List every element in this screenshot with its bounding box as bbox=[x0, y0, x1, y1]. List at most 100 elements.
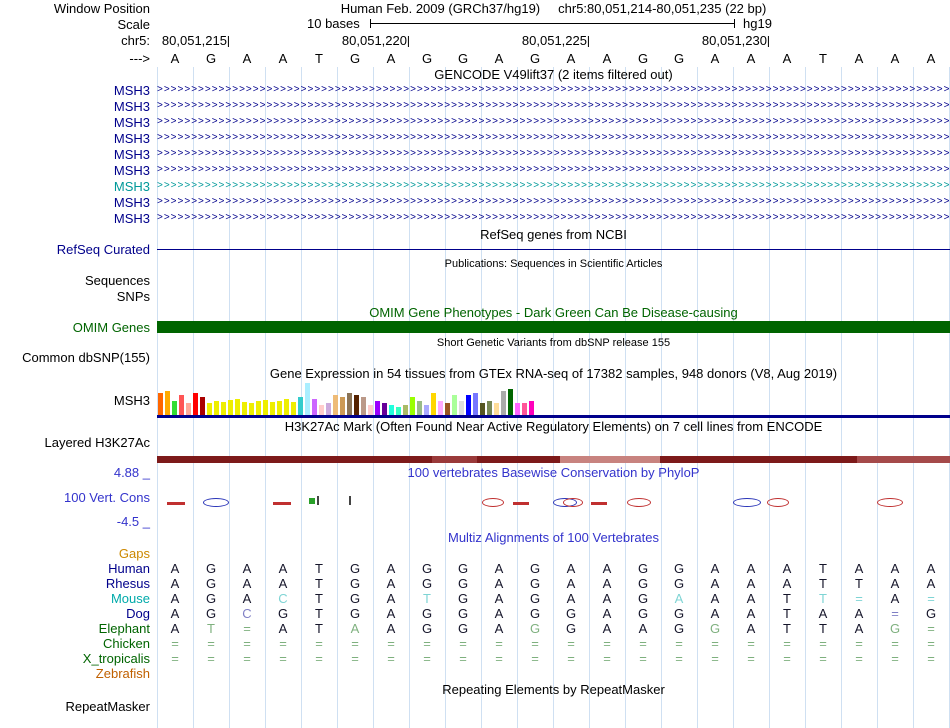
refseq-curated-label[interactable]: RefSeq Curated bbox=[0, 242, 157, 257]
omim-gene-bar[interactable] bbox=[157, 321, 950, 333]
alignment-row-elephant[interactable]: Elephant A T = A T A A G G A G G A A G G A T T A G = bbox=[0, 621, 950, 636]
gtex-bar[interactable] bbox=[186, 403, 191, 415]
gencode-transcript[interactable]: >>>>>>>>>>>>>>>>>>>>>>>>>>>>>>>>>>>>>>>>… bbox=[157, 210, 950, 226]
species-label[interactable]: Elephant bbox=[0, 621, 157, 636]
gtex-bar[interactable] bbox=[375, 401, 380, 415]
gtex-bar[interactable] bbox=[508, 389, 513, 415]
repeatmasker-label[interactable]: RepeatMasker bbox=[0, 699, 157, 714]
gencode-transcript-label[interactable]: MSH3 bbox=[0, 131, 157, 146]
gtex-bar[interactable] bbox=[305, 383, 310, 415]
gtex-track[interactable] bbox=[157, 382, 950, 418]
gtex-bar[interactable] bbox=[263, 400, 268, 415]
gtex-bar[interactable] bbox=[270, 402, 275, 415]
gtex-bar[interactable] bbox=[298, 397, 303, 415]
gencode-transcript-label[interactable]: MSH3 bbox=[0, 115, 157, 130]
gtex-bar[interactable] bbox=[354, 395, 359, 415]
gencode-transcript-label[interactable]: MSH3 bbox=[0, 163, 157, 178]
gencode-transcript-label[interactable]: MSH3 bbox=[0, 83, 157, 98]
gtex-bar[interactable] bbox=[193, 393, 198, 415]
gencode-transcript[interactable]: >>>>>>>>>>>>>>>>>>>>>>>>>>>>>>>>>>>>>>>>… bbox=[157, 162, 950, 178]
gencode-transcript[interactable]: >>>>>>>>>>>>>>>>>>>>>>>>>>>>>>>>>>>>>>>>… bbox=[157, 114, 950, 130]
gtex-bar[interactable] bbox=[361, 397, 366, 415]
gtex-bar[interactable] bbox=[487, 401, 492, 415]
dbsnp-track[interactable] bbox=[157, 350, 950, 365]
gtex-bar[interactable] bbox=[501, 391, 506, 415]
gtex-bar[interactable] bbox=[326, 403, 331, 415]
alignment-row-chicken[interactable]: Chicken = = = = = = = = = = = = = = = = = = = = = = bbox=[0, 636, 950, 651]
gencode-transcript-label[interactable]: MSH3 bbox=[0, 211, 157, 226]
gtex-bar[interactable] bbox=[389, 405, 394, 415]
gtex-bar[interactable] bbox=[165, 391, 170, 415]
gtex-bar[interactable] bbox=[214, 401, 219, 415]
gencode-transcript[interactable]: >>>>>>>>>>>>>>>>>>>>>>>>>>>>>>>>>>>>>>>>… bbox=[157, 178, 950, 194]
alignment-row-mouse[interactable]: Mouse A G A C T G A T G A G A A G A A A T T = A = bbox=[0, 591, 950, 606]
species-label[interactable]: Rhesus bbox=[0, 576, 157, 591]
gtex-bar[interactable] bbox=[242, 402, 247, 415]
gencode-transcript-label[interactable]: MSH3 bbox=[0, 179, 157, 194]
omim-genes-track[interactable] bbox=[157, 320, 950, 335]
conservation-label[interactable]: 100 Vert. Cons bbox=[0, 490, 157, 505]
gtex-bar[interactable] bbox=[340, 397, 345, 415]
gtex-bar[interactable] bbox=[452, 395, 457, 415]
refseq-curated-track[interactable] bbox=[157, 242, 950, 256]
gencode-transcript[interactable]: >>>>>>>>>>>>>>>>>>>>>>>>>>>>>>>>>>>>>>>>… bbox=[157, 194, 950, 210]
species-label[interactable]: X_tropicalis bbox=[0, 651, 157, 666]
gtex-bar[interactable] bbox=[529, 401, 534, 415]
gtex-bar[interactable] bbox=[445, 403, 450, 415]
gtex-bar[interactable] bbox=[312, 399, 317, 415]
gtex-bar[interactable] bbox=[347, 393, 352, 415]
snps-track[interactable] bbox=[157, 288, 950, 304]
alignment-row-gaps[interactable]: Gaps bbox=[0, 546, 950, 561]
alignment-row-rhesus[interactable]: Rhesus A G A A T G A G G A G A A G G A A A T T A A bbox=[0, 576, 950, 591]
gtex-bar[interactable] bbox=[333, 395, 338, 415]
gtex-bar[interactable] bbox=[207, 403, 212, 415]
gtex-bar[interactable] bbox=[284, 399, 289, 415]
gtex-bar[interactable] bbox=[403, 405, 408, 415]
gencode-transcript[interactable]: >>>>>>>>>>>>>>>>>>>>>>>>>>>>>>>>>>>>>>>>… bbox=[157, 98, 950, 114]
gtex-bar[interactable] bbox=[256, 401, 261, 415]
gencode-transcript[interactable]: >>>>>>>>>>>>>>>>>>>>>>>>>>>>>>>>>>>>>>>>… bbox=[157, 82, 950, 98]
sequences-track[interactable] bbox=[157, 272, 950, 288]
h3k27ac-track[interactable] bbox=[157, 434, 950, 464]
sequences-label[interactable]: Sequences bbox=[0, 273, 157, 288]
species-label[interactable]: Mouse bbox=[0, 591, 157, 606]
gtex-bar[interactable] bbox=[158, 393, 163, 415]
alignment-row-zebrafish[interactable]: Zebrafish bbox=[0, 666, 950, 681]
gtex-bar[interactable] bbox=[179, 395, 184, 415]
omim-genes-label[interactable]: OMIM Genes bbox=[0, 320, 157, 335]
species-label[interactable]: Dog bbox=[0, 606, 157, 621]
gtex-bar[interactable] bbox=[235, 399, 240, 415]
gtex-bar[interactable] bbox=[522, 403, 527, 415]
species-label[interactable]: Zebrafish bbox=[0, 666, 157, 681]
gtex-bar[interactable] bbox=[249, 403, 254, 415]
h3k27ac-label[interactable]: Layered H3K27Ac bbox=[0, 434, 157, 450]
gtex-bar[interactable] bbox=[424, 405, 429, 415]
gencode-transcript-label[interactable]: MSH3 bbox=[0, 147, 157, 162]
alignment-row-x_tropicalis[interactable]: X_tropicalis = = = = = = = = = = = = = = = = = = = = = = bbox=[0, 651, 950, 666]
gencode-transcript-label[interactable]: MSH3 bbox=[0, 195, 157, 210]
gtex-gene-label[interactable]: MSH3 bbox=[0, 393, 157, 408]
gtex-bar[interactable] bbox=[438, 401, 443, 415]
repeatmasker-track[interactable] bbox=[157, 698, 950, 714]
gtex-bar[interactable] bbox=[277, 401, 282, 415]
gtex-bar[interactable] bbox=[221, 402, 226, 415]
gtex-bar[interactable] bbox=[172, 401, 177, 415]
species-label[interactable]: Gaps bbox=[0, 546, 157, 561]
coordinates-track[interactable]: 80,051,215 80,051,220 80,051,225 80,051,230 bbox=[157, 32, 950, 49]
conservation-track[interactable] bbox=[157, 480, 950, 514]
gtex-bar[interactable] bbox=[417, 401, 422, 415]
gtex-bar[interactable] bbox=[515, 403, 520, 415]
gtex-bar[interactable] bbox=[466, 395, 471, 415]
gtex-bar[interactable] bbox=[494, 403, 499, 415]
gencode-transcript[interactable]: >>>>>>>>>>>>>>>>>>>>>>>>>>>>>>>>>>>>>>>>… bbox=[157, 130, 950, 146]
gtex-bar[interactable] bbox=[473, 393, 478, 415]
gtex-bar[interactable] bbox=[431, 393, 436, 415]
gtex-bar[interactable] bbox=[396, 407, 401, 415]
gtex-bar[interactable] bbox=[382, 403, 387, 415]
species-label[interactable]: Chicken bbox=[0, 636, 157, 651]
species-label[interactable]: Human bbox=[0, 561, 157, 576]
gtex-bar[interactable] bbox=[410, 397, 415, 415]
gtex-bar[interactable] bbox=[291, 402, 296, 415]
snps-label[interactable]: SNPs bbox=[0, 289, 157, 304]
gtex-bar[interactable] bbox=[319, 405, 324, 415]
